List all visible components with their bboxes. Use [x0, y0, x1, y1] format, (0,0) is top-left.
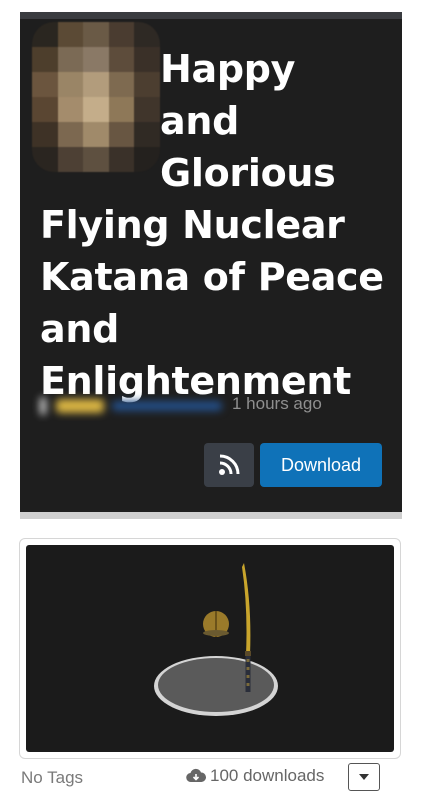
title-rest: Flying Nuclear Katana of Peace and Enlig… [40, 203, 384, 403]
footer: No Tags 100 downloads [0, 762, 421, 794]
time-ago: 1 hours ago [232, 394, 322, 413]
caret-down-icon [359, 774, 369, 780]
model-viewport[interactable] [26, 545, 394, 752]
page-title: Happy and Glorious Flying Nuclear Katana of… [40, 43, 388, 407]
options-dropdown[interactable] [348, 763, 380, 791]
header-card: Happy and Glorious Flying Nuclear Katana of… [20, 12, 402, 519]
rss-button[interactable] [204, 443, 254, 487]
title-line-3: Glorious [160, 151, 336, 195]
cloud-download-icon [186, 768, 206, 783]
downloads-count: 100 downloads [186, 766, 324, 786]
model-preview[interactable] [19, 538, 401, 759]
title-line-2: and [160, 99, 239, 143]
rss-feed-icon [219, 454, 240, 475]
download-button[interactable]: Download [260, 443, 382, 487]
author-link[interactable] [40, 395, 230, 417]
title-line-1: Happy [160, 47, 296, 91]
downloads-label: 100 downloads [210, 766, 325, 785]
author-row: 1 hours ago [40, 391, 380, 419]
tags-label: No Tags [21, 768, 84, 787]
katana-model-image [154, 563, 278, 716]
